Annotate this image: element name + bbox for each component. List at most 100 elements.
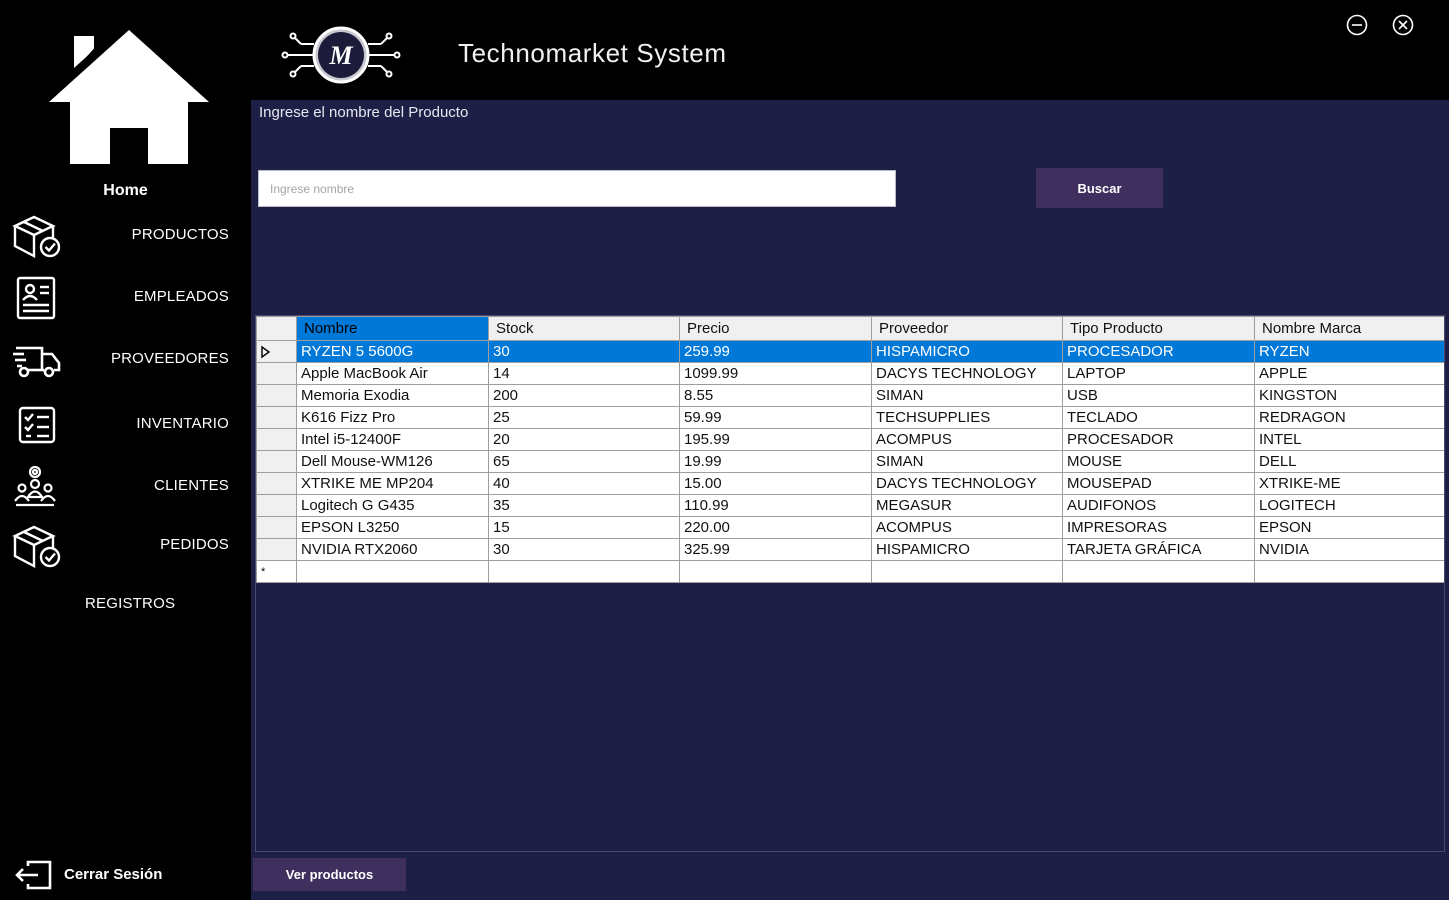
row-selector[interactable] <box>256 362 297 385</box>
sidebar-item-proveedores[interactable]: PROVEEDORES <box>0 332 251 388</box>
table-row[interactable]: XTRIKE ME MP204 40 15.00 DACYS TECHNOLOG… <box>256 472 1444 495</box>
table-cell[interactable]: MEGASUR <box>871 494 1063 517</box>
table-cell[interactable]: DACYS TECHNOLOGY <box>871 362 1063 385</box>
table-cell[interactable]: K616 Fizz Pro <box>296 406 489 429</box>
table-cell[interactable]: HISPAMICRO <box>871 538 1063 561</box>
table-cell[interactable]: 30 <box>488 538 680 561</box>
table-cell[interactable]: LAPTOP <box>1062 362 1255 385</box>
column-header-stock[interactable]: Stock <box>488 316 680 341</box>
table-cell[interactable]: 15 <box>488 516 680 539</box>
table-cell[interactable]: Logitech G G435 <box>296 494 489 517</box>
column-header-proveedor[interactable]: Proveedor <box>871 316 1063 341</box>
table-cell[interactable]: USB <box>1062 384 1255 407</box>
table-cell[interactable]: 259.99 <box>679 340 872 363</box>
table-cell[interactable]: 35 <box>488 494 680 517</box>
table-cell[interactable] <box>871 560 1063 583</box>
table-row[interactable]: K616 Fizz Pro 25 59.99 TECHSUPPLIES TECL… <box>256 406 1444 429</box>
table-cell[interactable]: PROCESADOR <box>1062 428 1255 451</box>
products-grid[interactable]: Nombre Stock Precio Proveedor Tipo Produ… <box>255 315 1445 852</box>
table-cell[interactable]: TARJETA GRÁFICA <box>1062 538 1255 561</box>
table-row[interactable]: EPSON L3250 15 220.00 ACOMPUS IMPRESORAS… <box>256 516 1444 539</box>
table-cell[interactable]: DACYS TECHNOLOGY <box>871 472 1063 495</box>
table-cell[interactable]: MOUSE <box>1062 450 1255 473</box>
table-cell[interactable]: EPSON L3250 <box>296 516 489 539</box>
close-icon[interactable] <box>1392 14 1414 36</box>
table-cell[interactable]: RYZEN 5 5600G <box>296 340 489 363</box>
table-cell[interactable]: 30 <box>488 340 680 363</box>
logout-button[interactable]: Cerrar Sesión <box>14 858 234 892</box>
sidebar-item-inventario[interactable]: INVENTARIO <box>0 397 251 453</box>
table-cell[interactable]: 59.99 <box>679 406 872 429</box>
row-selector[interactable] <box>256 516 297 539</box>
table-row[interactable]: Intel i5-12400F 20 195.99 ACOMPUS PROCES… <box>256 428 1444 451</box>
table-cell[interactable]: SIMAN <box>871 384 1063 407</box>
table-cell[interactable]: EPSON <box>1254 516 1444 539</box>
column-header-nombre[interactable]: Nombre <box>296 316 489 341</box>
search-input[interactable] <box>258 170 896 207</box>
sidebar-item-pedidos[interactable]: PEDIDOS <box>0 518 251 574</box>
row-selector[interactable] <box>256 450 297 473</box>
table-cell[interactable]: LOGITECH <box>1254 494 1444 517</box>
row-selector[interactable] <box>256 384 297 407</box>
row-selector[interactable] <box>256 472 297 495</box>
table-cell[interactable]: 65 <box>488 450 680 473</box>
table-cell[interactable]: MOUSEPAD <box>1062 472 1255 495</box>
table-cell[interactable]: 8.55 <box>679 384 872 407</box>
table-cell[interactable]: 15.00 <box>679 472 872 495</box>
table-cell[interactable]: TECLADO <box>1062 406 1255 429</box>
table-cell[interactable]: 14 <box>488 362 680 385</box>
table-row[interactable]: Apple MacBook Air 14 1099.99 DACYS TECHN… <box>256 362 1444 385</box>
row-selector[interactable] <box>256 340 297 363</box>
table-cell[interactable]: 40 <box>488 472 680 495</box>
row-selector[interactable] <box>256 538 297 561</box>
table-cell[interactable]: 20 <box>488 428 680 451</box>
row-selector[interactable] <box>256 494 297 517</box>
table-cell[interactable]: NVIDIA RTX2060 <box>296 538 489 561</box>
table-cell[interactable]: XTRIKE ME MP204 <box>296 472 489 495</box>
table-cell[interactable]: IMPRESORAS <box>1062 516 1255 539</box>
table-cell[interactable] <box>296 560 489 583</box>
view-products-button[interactable]: Ver productos <box>253 858 406 891</box>
table-row[interactable]: Dell Mouse-WM126 65 19.99 SIMAN MOUSE DE… <box>256 450 1444 473</box>
column-header-tipo-producto[interactable]: Tipo Producto <box>1062 316 1255 341</box>
table-cell[interactable]: HISPAMICRO <box>871 340 1063 363</box>
table-cell[interactable] <box>1254 560 1444 583</box>
sidebar-item-empleados[interactable]: EMPLEADOS <box>0 270 251 326</box>
table-cell[interactable]: 110.99 <box>679 494 872 517</box>
table-cell[interactable]: Memoria Exodia <box>296 384 489 407</box>
table-row[interactable]: Memoria Exodia 200 8.55 SIMAN USB KINGST… <box>256 384 1444 407</box>
table-cell[interactable]: AUDIFONOS <box>1062 494 1255 517</box>
table-row[interactable]: Logitech G G435 35 110.99 MEGASUR AUDIFO… <box>256 494 1444 517</box>
column-header-precio[interactable]: Precio <box>679 316 872 341</box>
table-cell[interactable]: DELL <box>1254 450 1444 473</box>
table-cell[interactable]: KINGSTON <box>1254 384 1444 407</box>
table-cell[interactable]: INTEL <box>1254 428 1444 451</box>
sidebar-item-registros[interactable]: REGISTROS <box>0 577 251 633</box>
table-cell[interactable]: PROCESADOR <box>1062 340 1255 363</box>
table-cell[interactable]: XTRIKE-ME <box>1254 472 1444 495</box>
table-cell[interactable]: REDRAGON <box>1254 406 1444 429</box>
table-cell[interactable]: 25 <box>488 406 680 429</box>
table-cell[interactable] <box>679 560 872 583</box>
table-cell[interactable]: 195.99 <box>679 428 872 451</box>
minimize-icon[interactable] <box>1346 14 1368 36</box>
row-selector[interactable] <box>256 428 297 451</box>
table-cell[interactable]: 200 <box>488 384 680 407</box>
table-cell[interactable] <box>488 560 680 583</box>
table-cell[interactable]: Apple MacBook Air <box>296 362 489 385</box>
row-selector[interactable] <box>256 406 297 429</box>
sidebar-item-clientes[interactable]: CLIENTES <box>0 459 251 515</box>
search-button[interactable]: Buscar <box>1036 168 1163 208</box>
table-cell[interactable]: 325.99 <box>679 538 872 561</box>
table-row[interactable]: NVIDIA RTX2060 30 325.99 HISPAMICRO TARJ… <box>256 538 1444 561</box>
table-cell[interactable]: RYZEN <box>1254 340 1444 363</box>
table-cell[interactable]: NVIDIA <box>1254 538 1444 561</box>
table-cell[interactable]: 19.99 <box>679 450 872 473</box>
row-selector[interactable]: * <box>256 560 297 583</box>
table-cell[interactable]: Intel i5-12400F <box>296 428 489 451</box>
table-cell[interactable]: ACOMPUS <box>871 428 1063 451</box>
row-header-corner[interactable] <box>256 316 297 341</box>
table-cell[interactable]: SIMAN <box>871 450 1063 473</box>
table-cell[interactable] <box>1062 560 1255 583</box>
table-cell[interactable]: 220.00 <box>679 516 872 539</box>
